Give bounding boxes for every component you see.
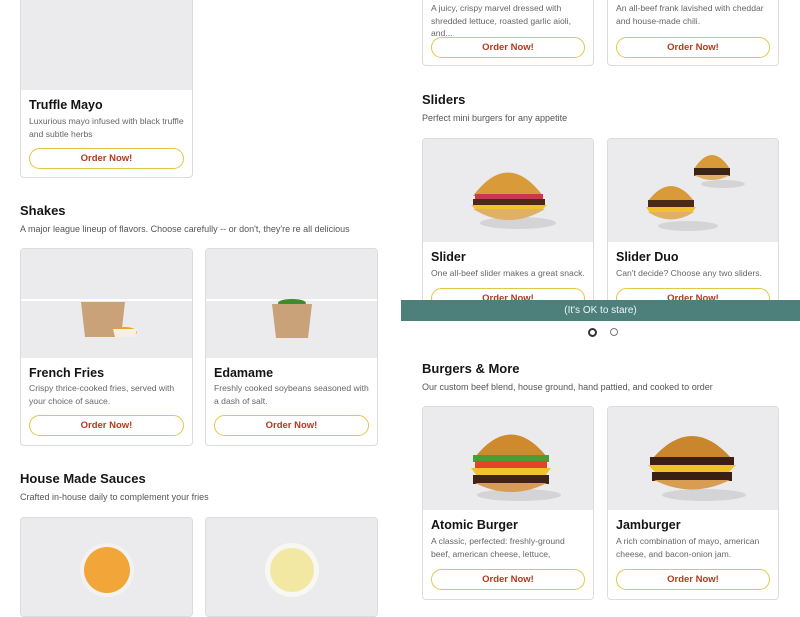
card-description: An all-beef frank lavished with cheddar … xyxy=(616,3,764,26)
sauce-card xyxy=(20,517,193,617)
mayo-card xyxy=(205,517,378,617)
menu-card: An all-beef frank lavished with cheddar … xyxy=(607,0,779,66)
slider-image xyxy=(423,139,593,242)
section-subtitle-sliders: Perfect mini burgers for any appetite xyxy=(422,113,568,123)
card-title: Slider xyxy=(431,250,466,264)
mayo-image xyxy=(206,518,377,616)
card-description: A rich combination of mayo, american che… xyxy=(616,536,760,559)
card-description: Can't decide? Choose any two sliders. xyxy=(616,268,762,278)
section-title-shakes: Shakes xyxy=(20,203,66,218)
edamame-card: Edamame Freshly cooked soybeans seasoned… xyxy=(205,248,378,446)
section-subtitle-shakes: A major league lineup of flavors. Choose… xyxy=(20,224,350,234)
card-description: Freshly cooked soybeans seasoned with a … xyxy=(214,383,369,406)
card-description: Luxurious mayo infused with black truffl… xyxy=(29,116,184,139)
card-description: Crispy thrice-cooked fries, served with … xyxy=(29,383,175,406)
slider-duo-card: Slider Duo Can't decide? Choose any two … xyxy=(607,138,779,318)
atomic-burger-image xyxy=(423,407,593,510)
card-description: A juicy, crispy marvel dressed with shre… xyxy=(431,3,571,38)
french-fries-card: French Fries Crispy thrice-cooked fries,… xyxy=(20,248,193,446)
section-subtitle-sauces: Crafted in-house daily to complement you… xyxy=(20,492,209,502)
section-title-sauces: House Made Sauces xyxy=(20,471,146,486)
jamburger-image xyxy=(608,407,778,510)
card-title: Slider Duo xyxy=(616,250,679,264)
section-title-sliders: Sliders xyxy=(422,92,466,107)
card-title: Jamburger xyxy=(616,518,681,532)
atomic-burger-card: Atomic Burger A classic, perfected: fres… xyxy=(422,406,594,600)
order-now-button[interactable]: Order Now! xyxy=(616,569,770,590)
stare-banner: (It's OK to stare) xyxy=(401,300,800,321)
card-title: Edamame xyxy=(214,366,274,380)
card-title: French Fries xyxy=(29,366,105,380)
menu-card: A juicy, crispy marvel dressed with shre… xyxy=(422,0,594,66)
slider-card: Slider One all-beef slider makes a great… xyxy=(422,138,594,318)
truffle-mayo-card: Truffle Mayo Luxurious mayo infused with… xyxy=(20,0,193,178)
card-description: A classic, perfected: freshly-ground bee… xyxy=(431,536,565,559)
sauce-image xyxy=(21,518,192,616)
order-now-button[interactable]: Order Now! xyxy=(29,148,184,169)
truffle-mayo-image xyxy=(21,0,192,90)
carousel-dot-1[interactable] xyxy=(588,328,597,337)
section-subtitle-burgers: Our custom beef blend, house ground, han… xyxy=(422,382,713,392)
carousel-dot-2[interactable] xyxy=(610,328,618,336)
card-description: One all-beef slider makes a great snack. xyxy=(431,268,585,278)
card-title: Truffle Mayo xyxy=(29,98,103,112)
section-title-burgers: Burgers & More xyxy=(422,361,520,376)
slider-duo-image xyxy=(608,139,778,242)
card-title: Atomic Burger xyxy=(431,518,518,532)
order-now-button[interactable]: Order Now! xyxy=(29,415,184,436)
order-now-button[interactable]: Order Now! xyxy=(431,569,585,590)
order-now-button[interactable]: Order Now! xyxy=(214,415,369,436)
order-now-button[interactable]: Order Now! xyxy=(616,37,770,58)
fries-image xyxy=(21,249,192,358)
order-now-button[interactable]: Order Now! xyxy=(431,37,585,58)
jamburger-card: Jamburger A rich combination of mayo, am… xyxy=(607,406,779,600)
edamame-image xyxy=(206,249,377,358)
